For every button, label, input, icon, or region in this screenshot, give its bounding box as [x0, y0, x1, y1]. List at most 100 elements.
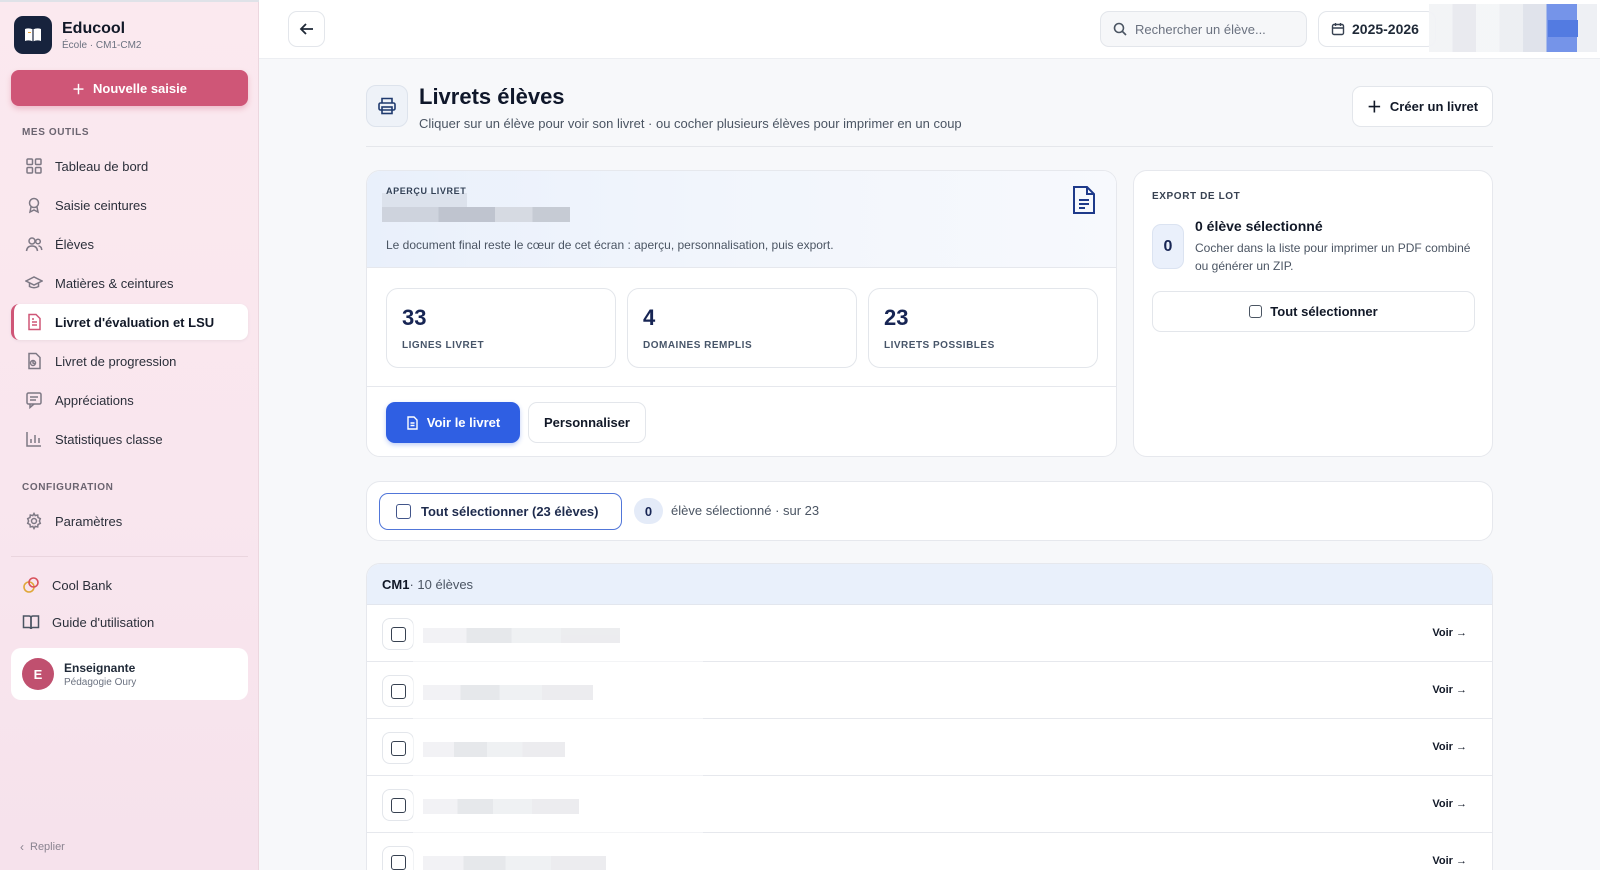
plus-icon: ＋: [1366, 99, 1382, 116]
printer-icon: [366, 85, 408, 127]
plus-icon: ＋: [72, 81, 86, 97]
stat-value: 4: [643, 305, 656, 330]
blurred-student-name: [413, 608, 703, 664]
blurred-profile-area: [1429, 4, 1597, 52]
export-description: Cocher dans la liste pour imprimer un PD…: [1195, 241, 1471, 273]
sidebar-item-label: Paramètres: [55, 513, 123, 529]
document-icon: [28, 313, 41, 331]
stat-label: LIGNES LIVRET: [402, 340, 485, 351]
select-all-label: Tout sélectionner (23 élèves): [421, 504, 599, 519]
view-booklet-label: Voir le livret: [426, 415, 501, 430]
sidebar-item-settings[interactable]: Paramètres: [11, 503, 248, 539]
blurred-student-name: [413, 836, 703, 870]
row-checkbox[interactable]: [382, 675, 414, 707]
checkbox-icon: [390, 797, 406, 813]
coins-icon: [23, 577, 39, 593]
sidebar-item-cool-bank[interactable]: Cool Bank: [11, 567, 248, 603]
sidebar-item-label: Tableau de bord: [55, 158, 149, 174]
search-input[interactable]: [1135, 21, 1295, 37]
checkbox-icon: [390, 626, 406, 642]
open-book-icon: [22, 615, 40, 630]
checkbox-icon: [390, 740, 406, 756]
export-select-all-button[interactable]: Tout sélectionner: [1152, 291, 1475, 332]
sidebar-item-class-stats[interactable]: Statistiques classe: [11, 421, 248, 457]
create-booklet-label: Créer un livret: [1389, 99, 1479, 114]
blurred-student-name: [413, 665, 703, 721]
stat-filled-domains: 4 DOMAINES REMPLIS: [627, 288, 857, 368]
row-checkbox[interactable]: [382, 732, 414, 764]
select-all-students-button[interactable]: Tout sélectionner (23 élèves): [379, 493, 622, 530]
brand-name: Educool: [62, 19, 126, 37]
checkbox[interactable]: [396, 504, 411, 519]
collapse-sidebar-button[interactable]: ‹ Replier: [20, 840, 65, 854]
comment-icon: [26, 392, 42, 409]
graduation-cap-icon: [25, 276, 43, 289]
view-link[interactable]: Voir →: [1432, 741, 1467, 753]
row-checkbox[interactable]: [382, 789, 414, 821]
sidebar-item-progress-booklet[interactable]: Livret de progression: [11, 343, 248, 379]
selection-status-text: élève sélectionné · sur 23: [671, 503, 820, 518]
book-logo-icon: [14, 16, 52, 54]
sidebar-item-label: Livret d'évaluation et LSU: [55, 314, 215, 330]
table-row[interactable]: Voir →: [367, 776, 1492, 835]
class-group-header: CM1 · 10 élèves: [367, 564, 1492, 605]
checkbox-icon: [390, 683, 406, 699]
preview-divider: [367, 386, 1116, 387]
section-label-tools: MES OUTILS: [22, 127, 90, 138]
view-booklet-button[interactable]: Voir le livret: [386, 402, 520, 443]
back-button[interactable]: [288, 11, 325, 47]
row-checkbox[interactable]: [382, 846, 414, 870]
section-label-config: CONFIGURATION: [22, 482, 114, 493]
avatar: E: [22, 658, 54, 690]
user-name: Enseignante: [64, 660, 136, 675]
class-group-name: CM1: [382, 576, 410, 592]
customize-button[interactable]: Personnaliser: [528, 402, 646, 443]
blurred-student-name: [382, 207, 570, 222]
new-entry-button[interactable]: ＋ Nouvelle saisie: [11, 70, 248, 106]
table-row[interactable]: Voir →: [367, 662, 1492, 721]
view-link[interactable]: Voir →: [1432, 627, 1467, 639]
stat-value: 33: [402, 305, 427, 330]
sidebar-item-evaluation-booklet[interactable]: Livret d'évaluation et LSU: [11, 304, 248, 340]
row-checkbox[interactable]: [382, 618, 414, 650]
search-box[interactable]: [1100, 11, 1307, 47]
booklet-preview-card: APERÇU LIVRET Le document final reste le…: [366, 170, 1117, 457]
table-row[interactable]: Voir →: [367, 833, 1492, 870]
brand-subtitle: École · CM1-CM2: [62, 39, 142, 51]
gear-icon: [26, 512, 42, 530]
sidebar-item-students[interactable]: Élèves: [11, 226, 248, 262]
sidebar-item-subjects[interactable]: Matières & ceintures: [11, 265, 248, 301]
user-card[interactable]: E Enseignante Pédagogie Oury: [11, 648, 248, 700]
arrow-left-icon: [299, 23, 313, 35]
document-icon: [1073, 186, 1095, 214]
sidebar-item-dashboard[interactable]: Tableau de bord: [11, 148, 248, 184]
table-row[interactable]: Voir →: [367, 719, 1492, 778]
sidebar-item-label: Statistiques classe: [55, 431, 163, 447]
preview-label: APERÇU LIVRET: [386, 186, 467, 196]
sidebar-item-guide[interactable]: Guide d'utilisation: [11, 604, 248, 640]
sidebar-item-belts-entry[interactable]: Saisie ceintures: [11, 187, 248, 223]
search-icon: [1113, 22, 1127, 36]
document-icon: [407, 415, 418, 430]
sidebar-divider: [11, 556, 248, 557]
student-list: CM1 · 10 élèves Voir → Voir → Voir → Voi…: [366, 563, 1493, 870]
sidebar-item-appreciations[interactable]: Appréciations: [11, 382, 248, 418]
collapse-label: Replier: [30, 841, 65, 853]
view-link[interactable]: Voir →: [1432, 684, 1467, 696]
preview-description: Le document final reste le cœur de cet é…: [386, 238, 834, 252]
sidebar-item-label: Matières & ceintures: [55, 275, 174, 291]
export-label: EXPORT DE LOT: [1152, 191, 1241, 202]
class-group-count: · 10 élèves: [409, 576, 474, 592]
selected-count-pill: 0: [634, 498, 663, 524]
sidebar-item-label: Guide d'utilisation: [52, 614, 155, 630]
view-link[interactable]: Voir →: [1432, 855, 1467, 867]
stat-label: DOMAINES REMPLIS: [643, 340, 753, 351]
school-year-selector[interactable]: 2025-2026: [1318, 11, 1436, 47]
bar-chart-icon: [26, 432, 41, 447]
chevron-left-icon: ‹: [20, 840, 24, 854]
view-link[interactable]: Voir →: [1432, 798, 1467, 810]
create-booklet-button[interactable]: ＋ Créer un livret: [1352, 86, 1493, 127]
table-row[interactable]: Voir →: [367, 605, 1492, 664]
brand[interactable]: Educool École · CM1-CM2: [14, 16, 141, 54]
blurred-student-name: [413, 722, 703, 778]
